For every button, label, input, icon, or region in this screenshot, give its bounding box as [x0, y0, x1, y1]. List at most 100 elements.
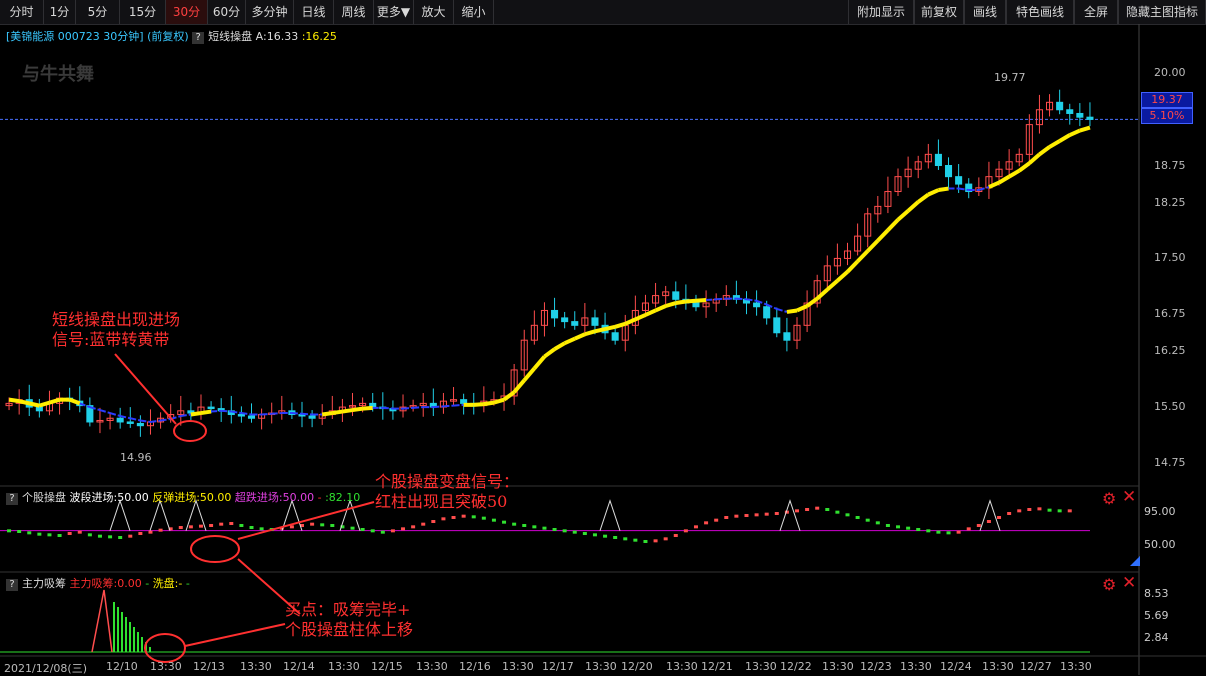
osc-mark	[17, 530, 22, 533]
osc-mark	[875, 521, 880, 525]
toolbar-period-button[interactable]: 周线	[334, 0, 374, 24]
osc-mark	[966, 527, 971, 531]
osc-mark	[522, 524, 527, 527]
band-segment	[443, 404, 454, 408]
band-segment	[805, 296, 819, 308]
band-segment	[624, 317, 637, 326]
band-segment	[261, 412, 272, 416]
candle-body	[126, 421, 134, 424]
toolbar-period-button[interactable]: 缩小	[454, 0, 494, 24]
band-segment	[160, 418, 171, 422]
band-segment	[543, 347, 556, 359]
toolbar-option-button[interactable]: 特色画线	[1006, 0, 1074, 24]
band-segment	[433, 405, 444, 409]
osc-mark	[57, 534, 62, 537]
band-segment	[553, 341, 566, 351]
osc-mark	[461, 514, 466, 518]
band-segment	[190, 411, 202, 417]
chart-area[interactable]	[0, 24, 1206, 675]
toolbar-period-button[interactable]: 多分钟	[246, 0, 294, 24]
osc-mark	[643, 540, 648, 543]
band-segment	[140, 419, 151, 423]
osc-mark	[663, 537, 668, 541]
band-segment	[896, 209, 910, 222]
band-segment	[573, 332, 586, 341]
band-segment	[99, 409, 111, 415]
band-segment	[38, 400, 51, 408]
band-segment	[48, 397, 61, 405]
toolbar-period-button[interactable]: 5分	[76, 0, 120, 24]
candle-body	[1056, 101, 1064, 111]
band-segment	[938, 186, 949, 193]
osc-mark	[542, 526, 547, 530]
band-segment	[1079, 125, 1091, 133]
band-segment	[815, 288, 829, 301]
toolbar-option-button[interactable]: 附加显示	[848, 0, 914, 24]
osc-mark	[956, 530, 961, 534]
osc-mark	[411, 525, 416, 529]
annotation-arrow	[237, 558, 301, 615]
toolbar-option-button[interactable]: 前复权	[914, 0, 964, 24]
band-segment	[685, 298, 697, 304]
band-segment	[211, 409, 222, 413]
osc-mark	[289, 525, 294, 529]
band-segment	[332, 409, 343, 416]
osc-mark	[67, 532, 72, 535]
toolbar-option-button[interactable]: 全屏	[1074, 0, 1118, 24]
band-segment	[988, 180, 1000, 189]
osc-mark	[97, 534, 102, 538]
toolbar-period-button[interactable]: 日线	[294, 0, 334, 24]
osc-mark	[855, 516, 860, 519]
candle-body	[763, 306, 771, 319]
band-segment	[362, 405, 373, 411]
band-segment	[1058, 133, 1071, 143]
osc-mark	[441, 517, 446, 521]
toolbar-period-button[interactable]: 更多▼	[374, 0, 414, 24]
band-segment	[917, 192, 930, 204]
toolbar-period-button[interactable]: 放大	[414, 0, 454, 24]
osc-mark	[87, 533, 92, 537]
osc-mark	[380, 530, 385, 534]
band-segment	[512, 379, 526, 394]
band-segment	[68, 397, 81, 406]
osc-mark	[623, 537, 628, 541]
toolbar-period-button[interactable]: 15分	[120, 0, 166, 24]
osc-mark	[138, 532, 143, 535]
candle-body	[116, 417, 124, 423]
band-segment	[413, 406, 424, 409]
osc-mark	[350, 526, 355, 530]
osc-mark	[865, 518, 870, 522]
band-segment	[1008, 168, 1021, 179]
candle-body	[571, 321, 579, 326]
osc-mark	[633, 538, 638, 542]
osc-mark	[1047, 508, 1052, 512]
osc-mark	[27, 531, 32, 535]
osc-mark	[976, 524, 981, 527]
toolbar-period-button[interactable]: 30分	[166, 0, 208, 24]
triangle-mark	[779, 499, 801, 531]
band-segment	[301, 412, 313, 416]
band-segment	[402, 406, 414, 410]
toolbar-period-button[interactable]: 1分	[44, 0, 76, 24]
osc-mark	[249, 526, 254, 529]
band-segment	[866, 239, 880, 253]
triangle-mark	[599, 499, 621, 531]
osc-mark	[906, 526, 911, 530]
toolbar-period-button[interactable]: 60分	[208, 0, 246, 24]
band-segment	[675, 299, 687, 306]
osc-mark	[683, 529, 688, 533]
band-segment	[130, 417, 141, 422]
toolbar-option-button[interactable]: 画线	[964, 0, 1006, 24]
band-segment	[906, 200, 920, 213]
osc-mark	[896, 525, 901, 529]
osc-mark	[370, 529, 375, 533]
absorb-peak	[91, 589, 113, 653]
band-segment	[695, 298, 707, 303]
band-segment	[998, 174, 1011, 185]
osc-mark	[259, 527, 264, 531]
band-segment	[321, 411, 333, 417]
band-segment	[584, 329, 596, 337]
toolbar-option-button[interactable]: 隐藏主图指标	[1118, 0, 1206, 24]
band-segment	[796, 304, 808, 313]
toolbar-period-button[interactable]: 分时	[0, 0, 44, 24]
